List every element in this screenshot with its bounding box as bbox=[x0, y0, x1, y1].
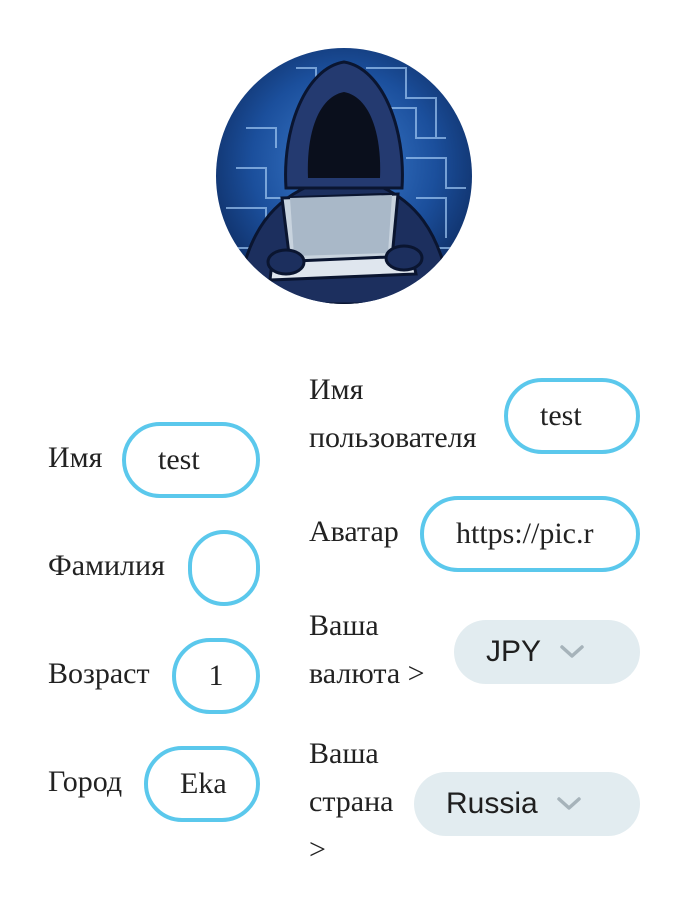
age-label: Возраст bbox=[48, 657, 150, 690]
age-field[interactable] bbox=[172, 638, 260, 714]
currency-selected-value: JPY bbox=[486, 635, 542, 668]
currency-label-line2: валюта > bbox=[309, 657, 425, 690]
username-field[interactable] bbox=[504, 378, 640, 454]
first-name-field[interactable] bbox=[122, 422, 260, 498]
username-label-line2: пользователя bbox=[309, 421, 477, 454]
chevron-down-icon bbox=[556, 797, 581, 810]
avatar-url-field[interactable] bbox=[420, 496, 640, 572]
country-label-line3: > bbox=[309, 833, 326, 866]
avatar-url-label: Аватар bbox=[309, 515, 399, 548]
username-input[interactable] bbox=[508, 382, 636, 450]
city-label: Город bbox=[48, 765, 123, 798]
city-input[interactable] bbox=[148, 750, 256, 818]
profile-avatar[interactable] bbox=[216, 48, 472, 304]
city-field[interactable] bbox=[144, 746, 260, 822]
username-label-line1: Имя bbox=[309, 373, 364, 406]
country-select[interactable]: Russia bbox=[414, 772, 640, 836]
currency-label-line1: Ваша bbox=[309, 609, 379, 642]
hacker-avatar-image bbox=[216, 48, 472, 304]
last-name-label: Фамилия bbox=[48, 549, 165, 582]
avatar-url-input[interactable] bbox=[424, 500, 636, 568]
age-input[interactable] bbox=[176, 642, 256, 710]
country-label-line2: страна bbox=[309, 785, 394, 818]
first-name-label: Имя bbox=[48, 441, 103, 474]
last-name-input[interactable] bbox=[192, 534, 256, 602]
first-name-input[interactable] bbox=[126, 426, 256, 494]
country-selected-value: Russia bbox=[446, 787, 538, 820]
chevron-down-icon bbox=[560, 645, 584, 658]
last-name-field[interactable] bbox=[188, 530, 260, 606]
currency-select[interactable]: JPY bbox=[454, 620, 640, 684]
country-label-line1: Ваша bbox=[309, 737, 379, 770]
